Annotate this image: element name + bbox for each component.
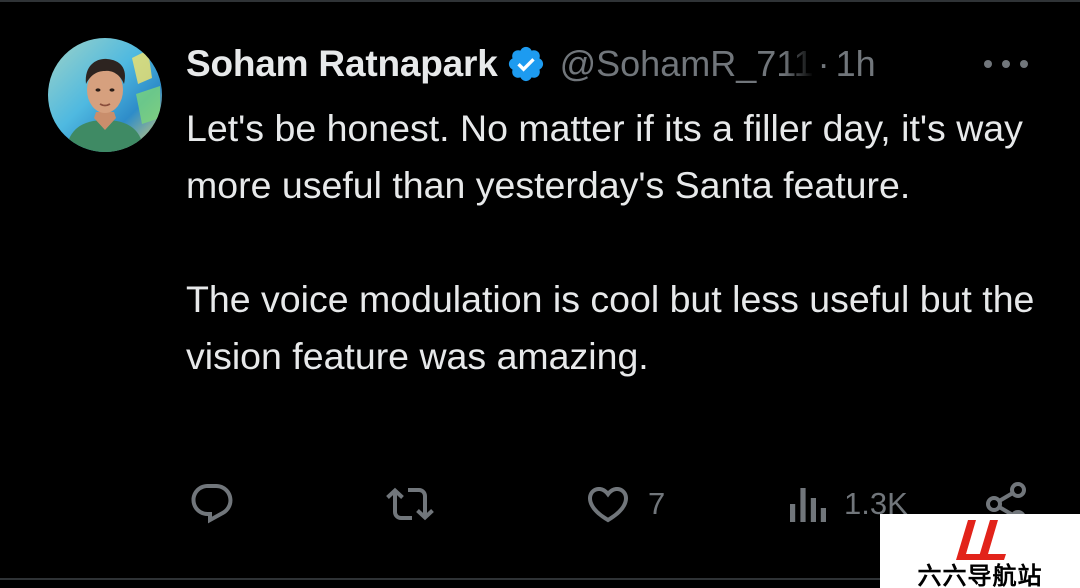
author-display-name[interactable]: Soham Ratnapark: [186, 43, 498, 85]
watermark-text: 六六导航站: [917, 562, 1043, 588]
tweet-paragraph: The voice modulation is cool but less us…: [186, 278, 1035, 377]
tweet-paragraph: Let's be honest. No matter if its a fill…: [186, 107, 1023, 206]
repost-button[interactable]: [384, 480, 452, 528]
watermark: 六六导航站: [880, 514, 1080, 588]
author-handle[interactable]: @SohamR_711: [560, 43, 814, 85]
reply-icon: [191, 484, 233, 524]
verified-badge-icon[interactable]: [506, 44, 546, 84]
tweet-text: Let's be honest. No matter if its a fill…: [186, 100, 1046, 385]
more-horizontal-icon[interactable]: [984, 52, 1028, 76]
repost-icon: [386, 487, 434, 521]
heart-icon: [587, 487, 629, 523]
like-button[interactable]: 7: [584, 480, 665, 528]
tweet[interactable]: Soham Ratnapark @SohamR_711 · 1h Let's b…: [0, 0, 1080, 588]
tweet-header: Soham Ratnapark @SohamR_711 · 1h: [186, 38, 1036, 90]
reply-button[interactable]: [188, 480, 252, 528]
ll-logo-icon: [956, 520, 1006, 560]
avatar[interactable]: [48, 38, 162, 152]
timestamp[interactable]: 1h: [836, 43, 876, 85]
header-separator: ·: [817, 43, 830, 84]
views-bar-chart-icon: [790, 488, 826, 522]
bottom-divider: [0, 578, 880, 580]
like-count: 7: [648, 486, 666, 521]
